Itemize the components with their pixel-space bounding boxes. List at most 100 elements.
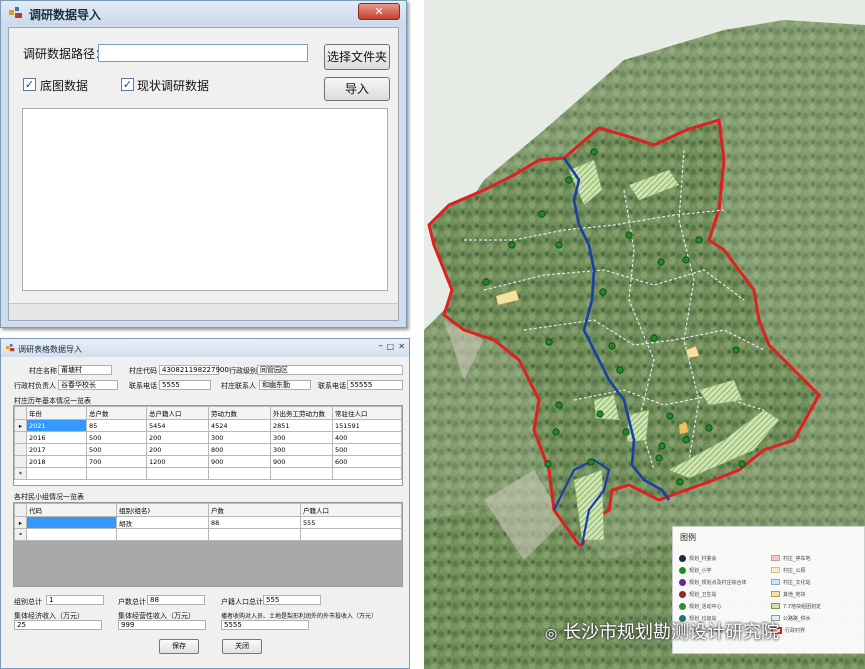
import-button[interactable]: 导入: [324, 77, 390, 101]
col-header[interactable]: 户数: [208, 503, 301, 517]
table-cell[interactable]: 85: [86, 419, 147, 432]
leader-label: 行政村负责人: [14, 382, 56, 390]
col-header[interactable]: 代码: [26, 503, 117, 517]
row-selector-icon[interactable]: ▸: [14, 419, 27, 432]
leader-field[interactable]: 谷春华校长: [58, 380, 118, 390]
import-dialog-title: 调研数据导入: [29, 8, 102, 22]
legend-swatch: [679, 579, 686, 586]
row-selector-icon[interactable]: ▸: [14, 516, 27, 529]
col-header[interactable]: 户籍人口: [300, 503, 402, 517]
legend-label: 规划_村委会: [689, 556, 717, 562]
table-cell[interactable]: 300: [208, 431, 271, 444]
log-textarea[interactable]: [22, 108, 388, 291]
table-cell[interactable]: 200: [146, 431, 209, 444]
choose-folder-button[interactable]: 选择文件夹: [324, 44, 390, 70]
table2-title: 各村民小组情况一览表: [14, 493, 84, 501]
table-cell[interactable]: 500: [332, 443, 402, 456]
table-row[interactable]: ▸ 2021 85 5454 4524 2851 151591: [14, 419, 402, 432]
legend-swatch: [679, 567, 686, 574]
table-cell[interactable]: 800: [208, 443, 271, 456]
table-cell[interactable]: 300: [270, 431, 333, 444]
collective-operating-field[interactable]: 999: [118, 620, 206, 630]
wechat-icon: ◎: [545, 626, 558, 642]
new-row[interactable]: *: [14, 528, 402, 541]
table-cell[interactable]: 300: [270, 443, 333, 456]
map-panel[interactable]: 图例 规划_村委会 规划_小学 规划_规划点及村庄综合体 规划_卫生站 规划_活…: [424, 0, 865, 669]
population-total-label: 户籍人口总计: [221, 598, 263, 606]
table-cell[interactable]: 500: [86, 443, 147, 456]
table-row[interactable]: ▸ 胡孜 88 555: [14, 516, 402, 529]
household-total-field[interactable]: 88: [147, 595, 205, 605]
base-map-checkbox[interactable]: ✓: [23, 78, 36, 91]
table-cell[interactable]: 400: [332, 431, 402, 444]
col-header[interactable]: 常驻住人口: [332, 406, 402, 420]
contact-phone-label: 联系电话: [318, 382, 346, 390]
new-row-icon: *: [14, 528, 27, 541]
path-input[interactable]: [98, 44, 308, 62]
close-button[interactable]: 关闭: [222, 639, 262, 654]
legend-label: 7.7地块组团划定: [783, 604, 821, 610]
table-cell[interactable]: 5454: [146, 419, 209, 432]
table-row[interactable]: 2017 500 200 800 300 500: [14, 443, 402, 456]
col-header[interactable]: 劳动力数: [208, 406, 271, 420]
table-cell[interactable]: 151591: [332, 419, 402, 432]
table-cell[interactable]: 胡孜: [116, 516, 209, 529]
table-cell[interactable]: 2016: [26, 431, 87, 444]
table-cell[interactable]: [26, 516, 117, 529]
close-icon[interactable]: ✕: [398, 342, 405, 351]
village-name-field[interactable]: 莆塘村: [58, 365, 112, 375]
legend-swatch: [771, 567, 780, 573]
survey-checkbox[interactable]: ✓: [121, 78, 134, 91]
table-cell[interactable]: 4524: [208, 419, 271, 432]
legend-swatch: [679, 591, 686, 598]
table-row[interactable]: 2016 500 200 300 300 400: [14, 431, 402, 444]
col-header[interactable]: 组别(组名): [116, 503, 209, 517]
table-cell[interactable]: 555: [300, 516, 402, 529]
phone-field[interactable]: 5555: [159, 380, 211, 390]
table-cell[interactable]: 88: [208, 516, 301, 529]
village-code-label: 村庄代码: [129, 367, 157, 375]
new-row[interactable]: *: [14, 467, 402, 480]
legend-label: 规划_活动中心: [689, 604, 722, 610]
save-button[interactable]: 保存: [159, 639, 199, 654]
village-name-label: 村庄名称: [29, 367, 57, 375]
table-cell[interactable]: 2018: [26, 455, 87, 468]
legend-swatch: [771, 579, 780, 585]
collective-income-field[interactable]: 25: [14, 620, 102, 630]
close-icon[interactable]: ✕: [358, 3, 400, 20]
table-cell[interactable]: 900: [270, 455, 333, 468]
minimize-icon[interactable]: –: [379, 341, 384, 351]
table-cell[interactable]: 500: [86, 431, 147, 444]
legend-title: 图例: [680, 533, 696, 542]
legend-swatch: [679, 603, 686, 610]
legend-swatch: [771, 555, 780, 561]
legend-swatch: [679, 555, 686, 562]
table-cell[interactable]: 200: [146, 443, 209, 456]
group-total-field[interactable]: 1: [46, 595, 104, 605]
legend-swatch: [771, 591, 780, 597]
table-cell[interactable]: 600: [332, 455, 402, 468]
admin-field[interactable]: 同管园区: [257, 365, 403, 375]
legend-label: 规划_规划点及村庄综合体: [689, 580, 747, 586]
table-row[interactable]: 2018 700 1200 900 900 600: [14, 455, 402, 468]
other-income-field[interactable]: 5555: [221, 620, 309, 630]
table-cell[interactable]: 2017: [26, 443, 87, 456]
col-header[interactable]: 总户数: [86, 406, 147, 420]
table-cell[interactable]: 1200: [146, 455, 209, 468]
form-dialog-title: 调研表格数据导入: [18, 345, 82, 354]
table-cell[interactable]: 2851: [270, 419, 333, 432]
population-total-field[interactable]: 555: [263, 595, 321, 605]
legend-label: 村庄_公厕: [783, 568, 806, 574]
table-cell[interactable]: 700: [86, 455, 147, 468]
col-header[interactable]: 年份: [26, 406, 87, 420]
col-header[interactable]: 外出务工劳动力数: [270, 406, 333, 420]
village-code-field[interactable]: 430821198227900: [159, 365, 229, 375]
col-header[interactable]: 总户籍人口: [146, 406, 209, 420]
contact-phone-field[interactable]: 55555: [347, 380, 403, 390]
maximize-icon[interactable]: □: [386, 342, 394, 351]
household-total-label: 户数总计: [118, 598, 146, 606]
table-cell[interactable]: 900: [208, 455, 271, 468]
legend-label: 规划_小学: [689, 568, 712, 574]
table-cell[interactable]: 2021: [26, 419, 87, 432]
contact-field[interactable]: 和幽东勤: [259, 380, 311, 390]
